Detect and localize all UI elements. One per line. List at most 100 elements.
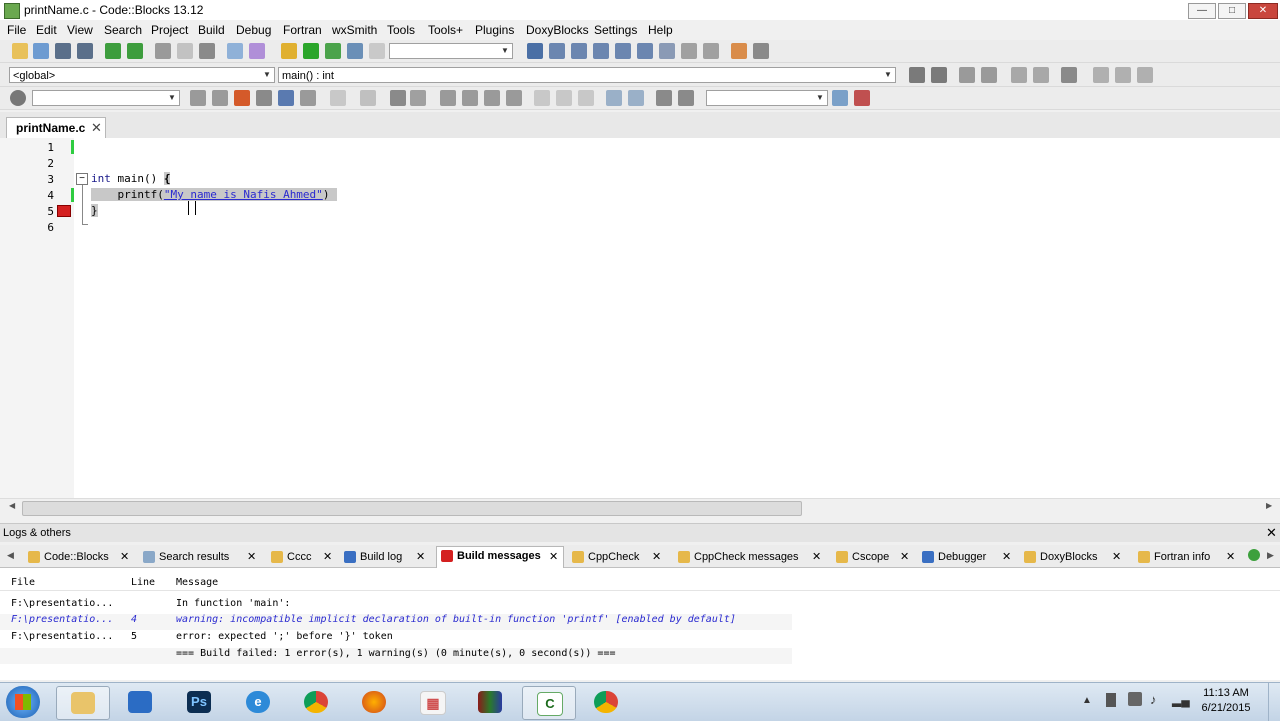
step-instruction-icon[interactable] xyxy=(659,43,675,59)
close-button[interactable]: ✕ xyxy=(1248,3,1278,19)
menu-wxsmith[interactable]: wxSmith xyxy=(332,23,377,37)
editor-tab[interactable]: printName.c ✕ xyxy=(6,117,106,139)
close-tab-icon[interactable]: ✕ xyxy=(323,548,332,566)
rebuild-icon[interactable] xyxy=(347,43,363,59)
image-icon[interactable] xyxy=(390,90,406,106)
close-tab-icon[interactable]: ✕ xyxy=(1226,548,1235,566)
close-tab-icon[interactable]: ✕ xyxy=(416,548,425,566)
close-tab-icon[interactable]: ✕ xyxy=(1112,548,1121,566)
shape-rect-icon[interactable] xyxy=(360,90,376,106)
save-all-icon[interactable] xyxy=(77,43,93,59)
log-tab-build-messages[interactable]: Build messages ✕ xyxy=(436,546,564,568)
search-text-combo[interactable]: ▼ xyxy=(32,90,180,106)
scrollbar-thumb[interactable] xyxy=(22,501,802,516)
log-tab-cscope[interactable]: Cscope ✕ xyxy=(836,548,912,566)
run-icon[interactable] xyxy=(303,43,319,59)
close-tab-icon[interactable]: ✕ xyxy=(652,548,661,566)
open-file-icon[interactable] xyxy=(33,43,49,59)
save-icon[interactable] xyxy=(55,43,71,59)
forward-arrow-icon[interactable] xyxy=(212,90,228,106)
maximize-button[interactable]: □ xyxy=(1218,3,1246,19)
horizontal-scrollbar[interactable]: ◀ ▶ xyxy=(0,498,1280,516)
log-tab-cppcheck-messages[interactable]: CppCheck messages ✕ xyxy=(678,548,826,566)
tabs-scroll-right-icon[interactable]: ▶ xyxy=(1267,550,1274,561)
block-c-icon[interactable] xyxy=(578,90,594,106)
abort-icon[interactable] xyxy=(369,43,385,59)
find-icon[interactable] xyxy=(227,43,243,59)
menu-plugins[interactable]: Plugins xyxy=(475,23,514,37)
taskbar-chrome[interactable] xyxy=(290,686,342,718)
taskbar-winrar[interactable] xyxy=(464,686,516,718)
close-tab-icon[interactable]: ✕ xyxy=(1002,548,1011,566)
scroll-right-icon[interactable]: ▶ xyxy=(1266,501,1272,510)
refresh-tab-icon[interactable] xyxy=(1248,549,1260,561)
log-tab-debugger[interactable]: Debugger ✕ xyxy=(922,548,1014,566)
redo-icon[interactable] xyxy=(127,43,143,59)
menu-view[interactable]: View xyxy=(67,23,93,37)
scope-combo[interactable]: <global> ▼ xyxy=(9,67,275,83)
debug-info-icon[interactable] xyxy=(753,43,769,59)
show-hidden-icons-icon[interactable]: ▲ xyxy=(1082,695,1092,706)
log-tab-cccc[interactable]: Cccc ✕ xyxy=(271,548,335,566)
bookmark-next-icon[interactable] xyxy=(1137,67,1153,83)
pause-icon[interactable] xyxy=(681,43,697,59)
layout-a-icon[interactable] xyxy=(440,90,456,106)
undo-icon[interactable] xyxy=(105,43,121,59)
taskbar-app-grid[interactable]: ▦ xyxy=(406,686,458,718)
run-to-cursor-icon[interactable] xyxy=(549,43,565,59)
fold-toggle-icon[interactable]: − xyxy=(76,173,88,185)
menu-build[interactable]: Build xyxy=(198,23,225,37)
step-out-icon[interactable] xyxy=(615,43,631,59)
replace-icon[interactable] xyxy=(249,43,265,59)
build-messages-list[interactable]: File Line Message F:\presentatio... In f… xyxy=(0,568,1280,680)
c-icon[interactable] xyxy=(678,90,694,106)
action-center-icon[interactable] xyxy=(1128,692,1142,706)
debug-windows-icon[interactable] xyxy=(731,43,747,59)
close-tab-icon[interactable]: ✕ xyxy=(549,548,558,566)
paste-icon[interactable] xyxy=(199,43,215,59)
column-header-line[interactable]: Line xyxy=(131,577,155,588)
search-tool-icon[interactable] xyxy=(832,90,848,106)
taskbar-explorer[interactable] xyxy=(56,686,110,720)
tabs-scroll-left-icon[interactable]: ◀ xyxy=(7,550,14,561)
layout-b-icon[interactable] xyxy=(462,90,478,106)
jump-icon[interactable] xyxy=(909,67,925,83)
bookmark-toggle-icon[interactable] xyxy=(1115,67,1131,83)
jump-back-icon[interactable] xyxy=(931,67,947,83)
build-and-run-icon[interactable] xyxy=(325,43,341,59)
next-instruction-icon[interactable] xyxy=(637,43,653,59)
menu-debug[interactable]: Debug xyxy=(236,23,271,37)
uncomment-icon[interactable] xyxy=(981,67,997,83)
close-panel-icon[interactable]: ✕ xyxy=(1266,525,1277,541)
record-macro-icon[interactable] xyxy=(10,90,26,106)
close-tab-icon[interactable]: ✕ xyxy=(247,548,256,566)
start-button[interactable] xyxy=(6,686,40,718)
settings-tool-icon[interactable] xyxy=(854,90,870,106)
tool-combo[interactable]: ▼ xyxy=(706,90,828,106)
toggle-source-icon[interactable] xyxy=(1011,67,1027,83)
zoom-out-icon[interactable] xyxy=(628,90,644,106)
log-tab-fortran-info[interactable]: Fortran info ✕ xyxy=(1138,548,1236,566)
menu-search[interactable]: Search xyxy=(104,23,142,37)
taskbar-outlook[interactable] xyxy=(114,686,166,718)
bookmark-prev-icon[interactable] xyxy=(1093,67,1109,83)
selected-text-icon[interactable] xyxy=(256,90,272,106)
table-row[interactable]: === Build failed: 1 error(s), 1 warning(… xyxy=(0,648,792,664)
menu-tools[interactable]: Tools xyxy=(387,23,415,37)
menu-fortran[interactable]: Fortran xyxy=(283,23,322,37)
table-row[interactable]: F:\presentatio... 5 error: expected ';' … xyxy=(0,631,792,647)
close-tab-icon[interactable]: ✕ xyxy=(120,548,129,566)
minimize-button[interactable]: — xyxy=(1188,3,1216,19)
taskbar-codeblocks[interactable]: C xyxy=(522,686,576,720)
function-combo[interactable]: main() : int ▼ xyxy=(278,67,896,83)
taskbar-internet-explorer[interactable]: e xyxy=(232,686,284,718)
taskbar-photoshop[interactable]: Ps xyxy=(173,686,225,718)
log-tab-cppcheck[interactable]: CppCheck ✕ xyxy=(572,548,668,566)
scroll-left-icon[interactable]: ◀ xyxy=(9,501,15,510)
debug-start-icon[interactable] xyxy=(527,43,543,59)
build-target-combo[interactable]: ▼ xyxy=(389,43,513,59)
copy-icon[interactable] xyxy=(177,43,193,59)
s-icon[interactable] xyxy=(656,90,672,106)
text-box-icon[interactable] xyxy=(410,90,426,106)
network-signal-icon[interactable]: ▂▄ xyxy=(1172,693,1190,707)
